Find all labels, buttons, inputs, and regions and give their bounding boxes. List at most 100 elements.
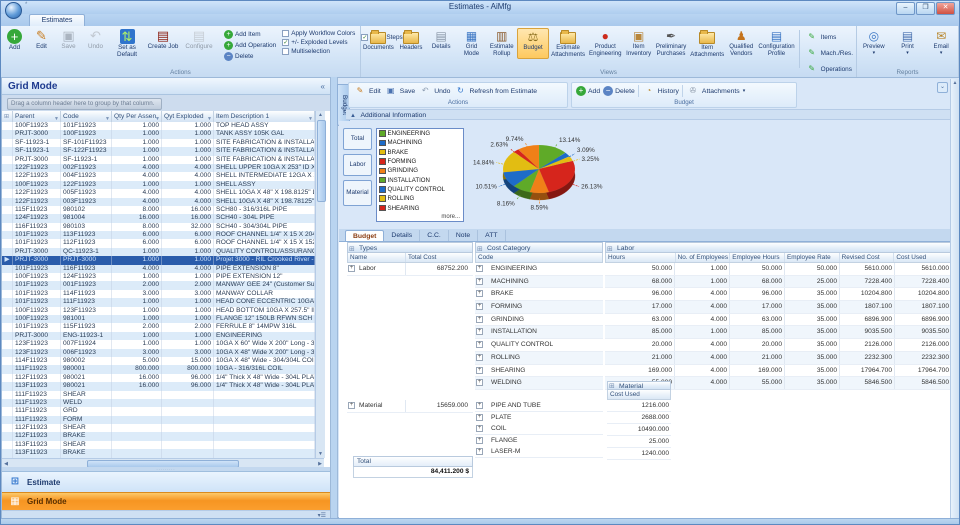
grid-row[interactable]: 122F11923002F119234.0004.000SHELL UPPER … [2, 164, 315, 172]
column-header-item-description-1[interactable]: Item Description 1▼ [214, 111, 315, 122]
grid-row[interactable]: ▶PRJT-3000PRJT-30001.0001.000Projet 3000… [2, 256, 315, 264]
grid-row[interactable]: 124F1192398100416.00016.000SCH40 - 304L … [2, 214, 315, 222]
dropdown-arrow-icon[interactable]: ▾ [743, 89, 746, 93]
cost-category-row[interactable]: +GRINDING [475, 314, 603, 327]
expand-icon[interactable]: + [476, 290, 483, 297]
ribbon-button-headers[interactable]: Headers [396, 28, 426, 59]
grid-row[interactable]: 112F11923SHEAR [2, 424, 315, 432]
ribbon-button-qualified-vendors[interactable]: ♟Qualified Vendors [726, 28, 756, 59]
ribbon-button-budget[interactable]: ⚖Budget [517, 28, 549, 59]
toolbar-button-edit[interactable]: ✎Edit [353, 84, 381, 98]
ribbon-button-set-as-default[interactable]: ⇅Set as Default [109, 28, 145, 60]
ribbon-button-estimate-rollup[interactable]: ▥Estimate Rollup [487, 28, 517, 59]
ribbon-button-add-operation[interactable]: +Add Operation [224, 41, 276, 50]
column-header-code[interactable]: Code [476, 253, 602, 262]
material-category-row[interactable]: +PIPE AND TUBE [475, 400, 603, 412]
ribbon-button-create-job[interactable]: ▤Create Job [145, 28, 181, 60]
grid-row[interactable]: 101F11923115F119232.0002.000FERRULE 8" 1… [2, 323, 315, 331]
expand-icon[interactable]: + [476, 341, 483, 348]
expand-icon[interactable]: + [348, 402, 355, 409]
ribbon-button-undo[interactable]: ↶Undo [82, 28, 109, 60]
expand-icon[interactable]: + [476, 316, 483, 323]
legend-more-link[interactable]: more... [441, 214, 460, 220]
cost-category-row[interactable]: +FORMING [475, 301, 603, 314]
expand-icon[interactable]: + [476, 379, 483, 386]
grid-row[interactable]: 100F11923124F119231.0001.000PIPE EXTENSI… [2, 273, 315, 281]
column-header-employee-hours[interactable]: Employee Hours [730, 253, 785, 262]
scroll-up-icon[interactable]: ▲ [951, 80, 959, 86]
grid-row[interactable]: 101F11923114F119233.0003.000MANWAY COLLA… [2, 290, 315, 298]
labor-row[interactable]: 85.0001.00085.00035.0009035.5009035.500 [605, 326, 951, 339]
sub-tab-budget[interactable]: Budget [345, 230, 384, 241]
expand-icon[interactable]: + [348, 265, 355, 272]
cost-category-row[interactable]: +ENGINEERING [475, 263, 603, 276]
grid-row[interactable]: PRJT-3000100F119231.0001.000TANK ASSY 10… [2, 130, 315, 138]
ribbon-button-item-inventory[interactable]: ▣Item Inventory [624, 28, 654, 59]
checkbox-multiselection[interactable]: Multiselection [282, 48, 355, 55]
material-row[interactable]: 25.000 [607, 436, 671, 448]
grid-row[interactable]: 113F11923SHEAR [2, 441, 315, 449]
filter-icon[interactable]: ▼ [105, 114, 110, 122]
toolbar-options-icon[interactable]: ⌄ [937, 82, 948, 93]
expand-icon[interactable]: + [476, 303, 483, 310]
material-row[interactable]: 1216.000 [607, 400, 671, 412]
toolbar-button-refresh-from-estimate[interactable]: ↻Refresh from Estimate [453, 84, 537, 98]
column-header-no-of-employees[interactable]: No. of Employees [676, 253, 731, 262]
ribbon-button-estimate-attachments[interactable]: Estimate Attachments [549, 28, 587, 59]
grid-row[interactable]: 100F119239810011.0001.000FLANGE 12" 150L… [2, 315, 315, 323]
labor-row[interactable]: 20.0004.00020.00035.0002126.0002126.000 [605, 339, 951, 352]
grid-row[interactable]: PRJT-3000ENG-11923-11.0001.000ENGINEERIN… [2, 332, 315, 340]
view-toggle-mach-res[interactable]: ✎Mach./Res. [805, 46, 853, 60]
material-row[interactable]: 10490.000 [607, 424, 671, 436]
scroll-down-icon[interactable]: ▼ [316, 451, 325, 457]
grid-row[interactable]: 114F119239800025.00015.00010GA X 48" Wid… [2, 357, 315, 365]
labor-row[interactable]: 63.0004.00063.00035.0006896.9006896.900 [605, 314, 951, 327]
toolbar-button-attachments[interactable]: ✇Attachments [686, 84, 740, 98]
column-header-revised-cost[interactable]: Revised Cost [840, 253, 895, 262]
grid-row[interactable]: PRJT-3000SF-11923-11.0001.000SITE FABRIC… [2, 156, 315, 164]
maximize-button[interactable]: ❐ [916, 2, 935, 15]
grid-row[interactable]: PRJT-3000QC-11923-11.0001.000QUALITY CON… [2, 248, 315, 256]
minimize-button[interactable]: – [896, 2, 915, 15]
grid-row[interactable]: 111F11923SHEAR [2, 391, 315, 399]
sub-tab-att[interactable]: ATT [478, 230, 505, 241]
view-toggle-items[interactable]: ✎Items [805, 30, 853, 44]
toolbar-button-history[interactable]: ◔History [642, 84, 679, 98]
ribbon-button-edit[interactable]: ✎Edit [28, 28, 55, 60]
labor-row[interactable]: 96.0004.00096.00035.00010204.80010204.80… [605, 288, 951, 301]
toolbar-button-add[interactable]: +Add [576, 86, 600, 96]
ribbon-button-documents[interactable]: Documents [361, 28, 396, 59]
material-category-row[interactable]: +FLANGE [475, 435, 603, 447]
grid-row[interactable]: 111F11923980001800.000800.00010GA - 316/… [2, 365, 315, 373]
cost-category-row[interactable]: +INSTALLATION [475, 326, 603, 339]
expand-icon[interactable]: + [476, 265, 483, 272]
labor-row[interactable]: 50.0001.00050.00050.0005610.0005610.000 [605, 263, 951, 276]
sub-tab-note[interactable]: Note [449, 230, 478, 241]
cost-category-row[interactable]: +BRAKE [475, 288, 603, 301]
material-row[interactable]: 1240.000 [607, 448, 671, 460]
nav-item-grid-mode[interactable]: ▦ Grid Mode [2, 492, 330, 510]
filter-icon[interactable]: ▼ [54, 114, 59, 122]
ribbon-button-preliminary-purchases[interactable]: ✒Preliminary Purchases [654, 28, 688, 59]
column-header-code[interactable]: Code▼ [61, 111, 112, 122]
chart-tab-material[interactable]: Material [343, 180, 372, 206]
column-header-qty-per-assen[interactable]: Qty Per Assen▼ [112, 111, 162, 122]
toolbar-button-undo[interactable]: ↶Undo [418, 84, 450, 98]
sub-tab-c-c[interactable]: C.C. [420, 230, 449, 241]
ribbon-button-details[interactable]: ▤Details [426, 28, 456, 59]
close-button[interactable]: ✕ [936, 2, 955, 15]
grid-row[interactable]: 112F1192398002116.00096.0001/4" Thick X … [2, 374, 315, 382]
ribbon-button-configuration-profile[interactable]: ▤Configuration Profile [756, 28, 796, 59]
grid-row[interactable]: 101F11923001F119232.0002.000MANWAY GEE 2… [2, 281, 315, 289]
grid-row[interactable]: 100F11923123F119231.0001.000HEAD BOTTOM … [2, 307, 315, 315]
labor-row[interactable]: 68.0001.00068.00025.0007228.4007228.400 [605, 276, 951, 289]
ribbon-button-configure[interactable]: ▤Configure [181, 28, 217, 60]
cost-category-row[interactable]: +QUALITY CONTROL [475, 339, 603, 352]
ribbon-button-item-attachments[interactable]: Item Attachments [688, 28, 726, 59]
cost-category-row[interactable]: +WELDING [475, 377, 603, 390]
ribbon-button-delete[interactable]: −Delete [224, 52, 276, 61]
expand-icon[interactable]: + [476, 448, 483, 455]
toolbar-button-save[interactable]: ▣Save [384, 84, 416, 98]
grid-row[interactable]: 123F11923006F119233.0003.00010GA X 48" W… [2, 349, 315, 357]
cost-category-row[interactable]: +MACHINING [475, 276, 603, 289]
